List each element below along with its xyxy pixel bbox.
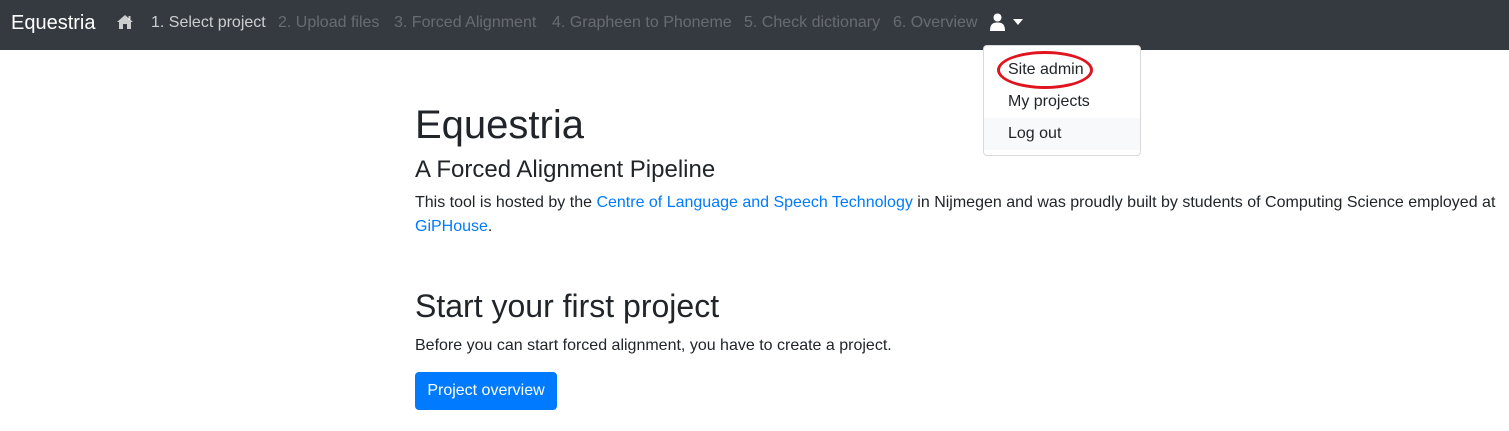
page-subtitle: A Forced Alignment Pipeline xyxy=(415,156,716,183)
nav-step-upload-files[interactable]: 2. Upload files xyxy=(278,14,379,32)
menu-item-site-admin[interactable]: Site admin xyxy=(984,54,1140,86)
nav-step-check-dictionary[interactable]: 5. Check dictionary xyxy=(744,14,880,32)
user-menu-toggle[interactable] xyxy=(990,13,1026,33)
clst-link[interactable]: Centre of Language and Speech Technology xyxy=(596,194,912,211)
menu-item-my-projects[interactable]: My projects xyxy=(984,86,1140,118)
intro-text-before: This tool is hosted by the xyxy=(415,194,597,211)
project-overview-button[interactable]: Project overview xyxy=(415,372,557,410)
user-icon xyxy=(990,13,1005,31)
nav-step-grapheme-to-phoneme[interactable]: 4. Grapheen to Phoneme xyxy=(552,14,732,32)
section-title: Start your first project xyxy=(415,288,720,324)
menu-item-log-out[interactable]: Log out xyxy=(984,118,1140,150)
nav-step-select-project[interactable]: 1. Select project xyxy=(151,14,266,32)
home-icon[interactable] xyxy=(116,14,134,30)
top-navbar: Equestria 1. Select project 2. Upload fi… xyxy=(0,0,1509,50)
page-title: Equestria xyxy=(415,103,584,147)
section-text: Before you can start forced alignment, y… xyxy=(415,337,892,354)
caret-down-icon xyxy=(1013,19,1023,25)
user-dropdown-menu: Site admin My projects Log out xyxy=(983,45,1141,156)
nav-step-forced-alignment[interactable]: 3. Forced Alignment xyxy=(394,14,536,32)
intro-text-middle: in Nijmegen and was proudly built by stu… xyxy=(912,194,1496,211)
intro-paragraph: This tool is hosted by the Centre of Lan… xyxy=(415,191,1505,239)
intro-text-after: . xyxy=(487,218,493,235)
nav-step-overview[interactable]: 6. Overview xyxy=(893,14,977,32)
brand-link[interactable]: Equestria xyxy=(11,11,96,35)
giphouse-link[interactable]: GiPHouse xyxy=(415,218,488,235)
